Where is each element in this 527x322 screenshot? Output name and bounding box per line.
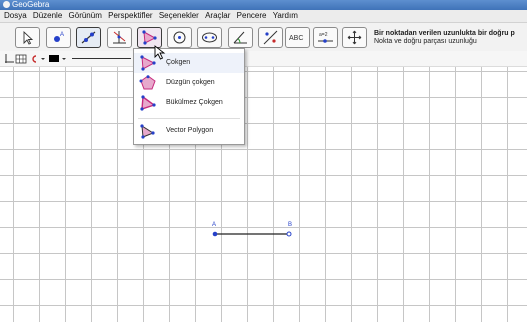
point-a-label: A <box>212 222 217 228</box>
grid-toggle-icon[interactable] <box>15 54 27 64</box>
vector-polygon-icon <box>140 124 155 139</box>
menu-separator <box>138 118 240 119</box>
point-tool-button[interactable]: A <box>46 27 71 48</box>
point-a[interactable] <box>212 231 218 237</box>
move-graphics-icon <box>347 30 362 45</box>
perpendicular-icon <box>113 31 126 44</box>
style-bar-controls <box>5 54 131 64</box>
angle-tool-button[interactable] <box>228 27 253 48</box>
move-graphics-tool-button[interactable] <box>342 27 367 48</box>
ellipse-icon <box>202 32 217 43</box>
polygon-tool-menu: Çokgen Düzgün çokgen Bükülmez Çokgen Vec… <box>133 48 245 145</box>
window-title: GeoGebra <box>12 0 50 9</box>
circle-icon <box>173 31 186 44</box>
style-bar <box>0 51 527 67</box>
line-tool-button[interactable] <box>76 27 101 48</box>
point-b-label: B <box>288 222 293 228</box>
slider-tool-button[interactable]: a=2 <box>313 27 338 48</box>
axes-toggle-icon[interactable] <box>5 54 14 63</box>
tool-help-title: Bir noktadan verilen uzunlukta bir doğru… <box>374 30 515 37</box>
menu-item-polygon[interactable]: Çokgen <box>134 53 244 73</box>
menu-yardim[interactable]: Yardım <box>273 11 298 20</box>
color-swatch-icon[interactable] <box>49 55 59 62</box>
circle-tool-button[interactable] <box>167 27 192 48</box>
menu-item-label: Bükülmez Çokgen <box>166 99 223 106</box>
slider-icon: a=2 <box>318 32 333 43</box>
capture-point-icon[interactable] <box>32 55 37 63</box>
menu-item-label: Düzgün çokgen <box>166 79 215 86</box>
tool-help-subtitle: Nokta ve doğru parçası uzunluğu <box>374 38 477 45</box>
point-b[interactable] <box>286 231 292 237</box>
menu-item-rigid-polygon[interactable]: Bükülmez Çokgen <box>134 93 244 113</box>
dropdown-arrow-icon[interactable] <box>41 58 45 60</box>
text-tool-button[interactable]: ABC <box>285 27 310 48</box>
reflect-icon <box>263 30 278 45</box>
reflect-tool-button[interactable] <box>258 27 283 48</box>
menu-araclar[interactable]: Araçlar <box>205 11 230 20</box>
graphics-canvas[interactable] <box>0 67 527 322</box>
rigid-polygon-icon <box>140 95 156 111</box>
menu-perspektifler[interactable]: Perspektifler <box>108 11 152 20</box>
polygon-icon <box>142 30 157 45</box>
menu-duzenle[interactable]: Düzenle <box>33 11 62 20</box>
cursor-arrow-icon <box>23 30 34 45</box>
svg-text:A: A <box>60 32 64 38</box>
menu-gorunum[interactable]: Görünüm <box>69 11 102 20</box>
mouse-cursor-icon <box>154 45 166 60</box>
dropdown-arrow-icon[interactable] <box>62 58 66 60</box>
menu-item-label: Çokgen <box>166 59 191 66</box>
regular-polygon-icon <box>139 75 156 90</box>
menu-secenekler[interactable]: Seçenekler <box>159 11 199 20</box>
title-bar: GeoGebra <box>0 0 527 10</box>
move-tool-button[interactable] <box>15 27 40 48</box>
perpendicular-tool-button[interactable] <box>107 27 132 48</box>
menu-dosya[interactable]: Dosya <box>4 11 27 20</box>
line-icon <box>81 31 96 44</box>
menu-pencere[interactable]: Pencere <box>237 11 267 20</box>
angle-icon <box>233 31 247 44</box>
app-icon <box>3 1 10 8</box>
point-icon: A <box>54 32 64 42</box>
svg-text:ABC: ABC <box>289 35 303 42</box>
graphics-view[interactable]: A B <box>0 67 527 322</box>
conic-tool-button[interactable] <box>197 27 222 48</box>
text-tool-icon: ABC <box>289 35 303 42</box>
menu-item-vector-polygon[interactable]: Vector Polygon <box>134 121 244 141</box>
menu-bar: Dosya Düzenle Görünüm Perspektifler Seçe… <box>0 10 527 23</box>
tool-help: Bir noktadan verilen uzunlukta bir doğru… <box>374 30 515 46</box>
svg-text:a=2: a=2 <box>319 32 328 38</box>
menu-item-regular-polygon[interactable]: Düzgün çokgen <box>134 73 244 93</box>
menu-item-label: Vector Polygon <box>166 127 214 134</box>
